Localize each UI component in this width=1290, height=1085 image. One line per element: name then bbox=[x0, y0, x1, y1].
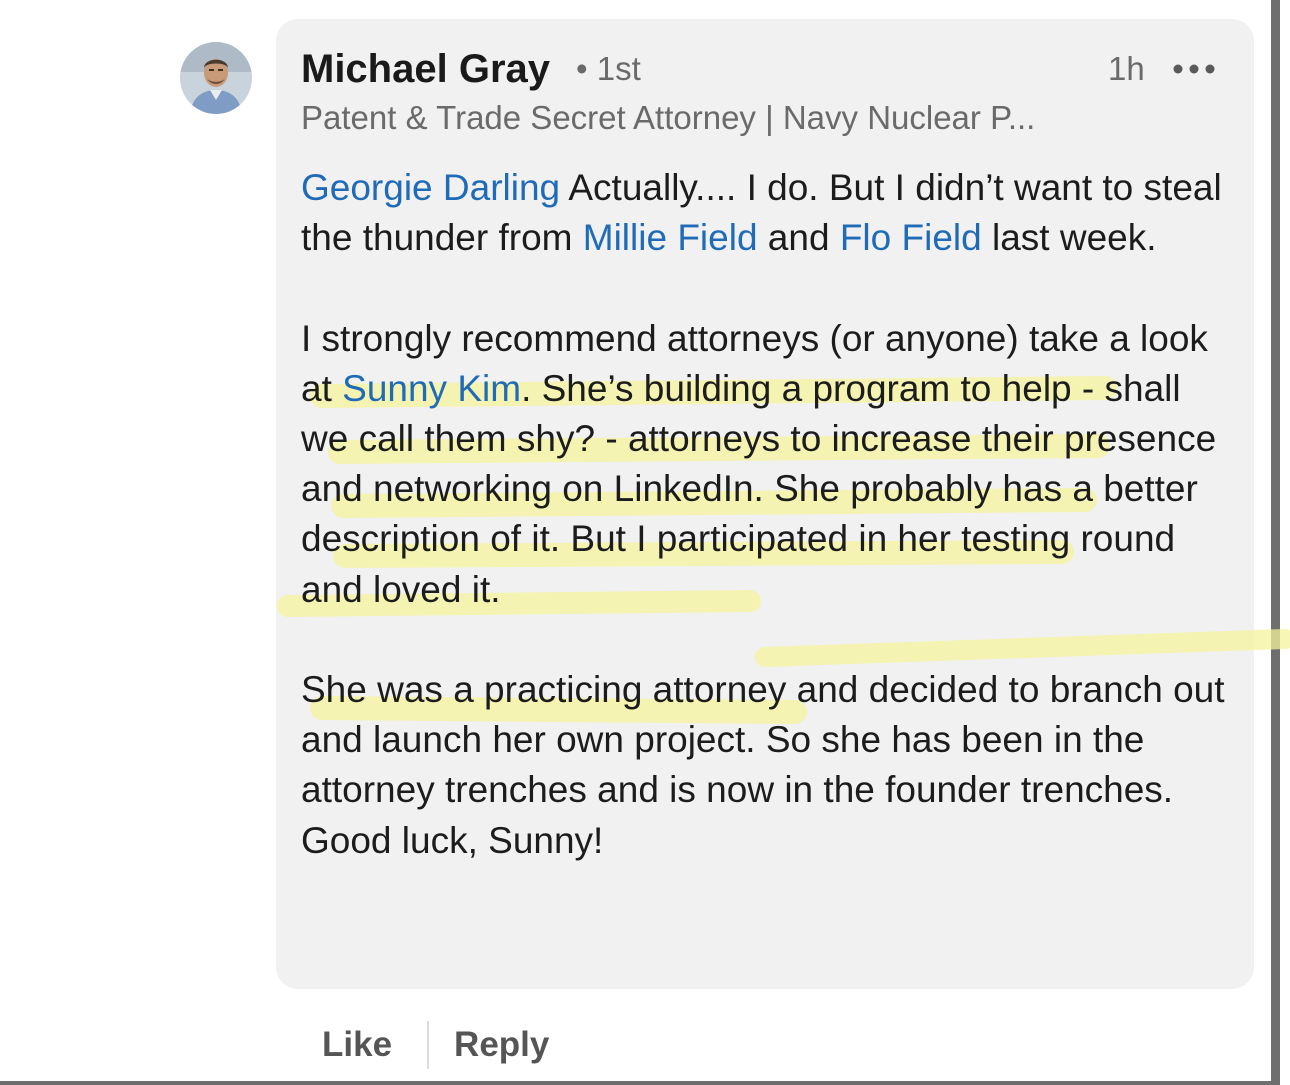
comment-text: last week. bbox=[981, 217, 1157, 259]
window-edge-right bbox=[1271, 0, 1280, 1085]
comment-timestamp: 1h bbox=[1108, 50, 1145, 87]
more-options-button[interactable] bbox=[1170, 54, 1218, 88]
like-button[interactable]: Like bbox=[322, 1025, 392, 1065]
more-horizontal-icon bbox=[1172, 62, 1216, 80]
comment-actions: Like Reply bbox=[322, 1020, 549, 1070]
connection-degree: • 1st bbox=[576, 50, 641, 87]
reply-button[interactable]: Reply bbox=[454, 1025, 549, 1065]
window-edge-bottom bbox=[0, 1081, 1280, 1085]
comment-paragraph: I strongly recommend attorneys (or anyon… bbox=[301, 314, 1231, 615]
comment-body: Georgie Darling Actually.... I do. But I… bbox=[301, 163, 1231, 866]
action-divider bbox=[427, 1021, 430, 1069]
comment-text: She was a practicing attorney and decide… bbox=[301, 669, 1225, 861]
comment-paragraph: Georgie Darling Actually.... I do. But I… bbox=[301, 163, 1231, 263]
mention-link[interactable]: Flo Field bbox=[840, 217, 982, 258]
avatar[interactable] bbox=[180, 42, 252, 114]
mention-link[interactable]: Georgie Darling bbox=[301, 167, 560, 208]
comment-text: and bbox=[757, 217, 840, 259]
mention-link[interactable]: Sunny Kim bbox=[342, 368, 521, 409]
mention-link[interactable]: Millie Field bbox=[583, 217, 758, 258]
author-headline: Patent & Trade Secret Attorney | Navy Nu… bbox=[301, 99, 1036, 136]
author-name[interactable]: Michael Gray bbox=[301, 44, 550, 94]
comment-paragraph: She was a practicing attorney and decide… bbox=[301, 665, 1231, 866]
